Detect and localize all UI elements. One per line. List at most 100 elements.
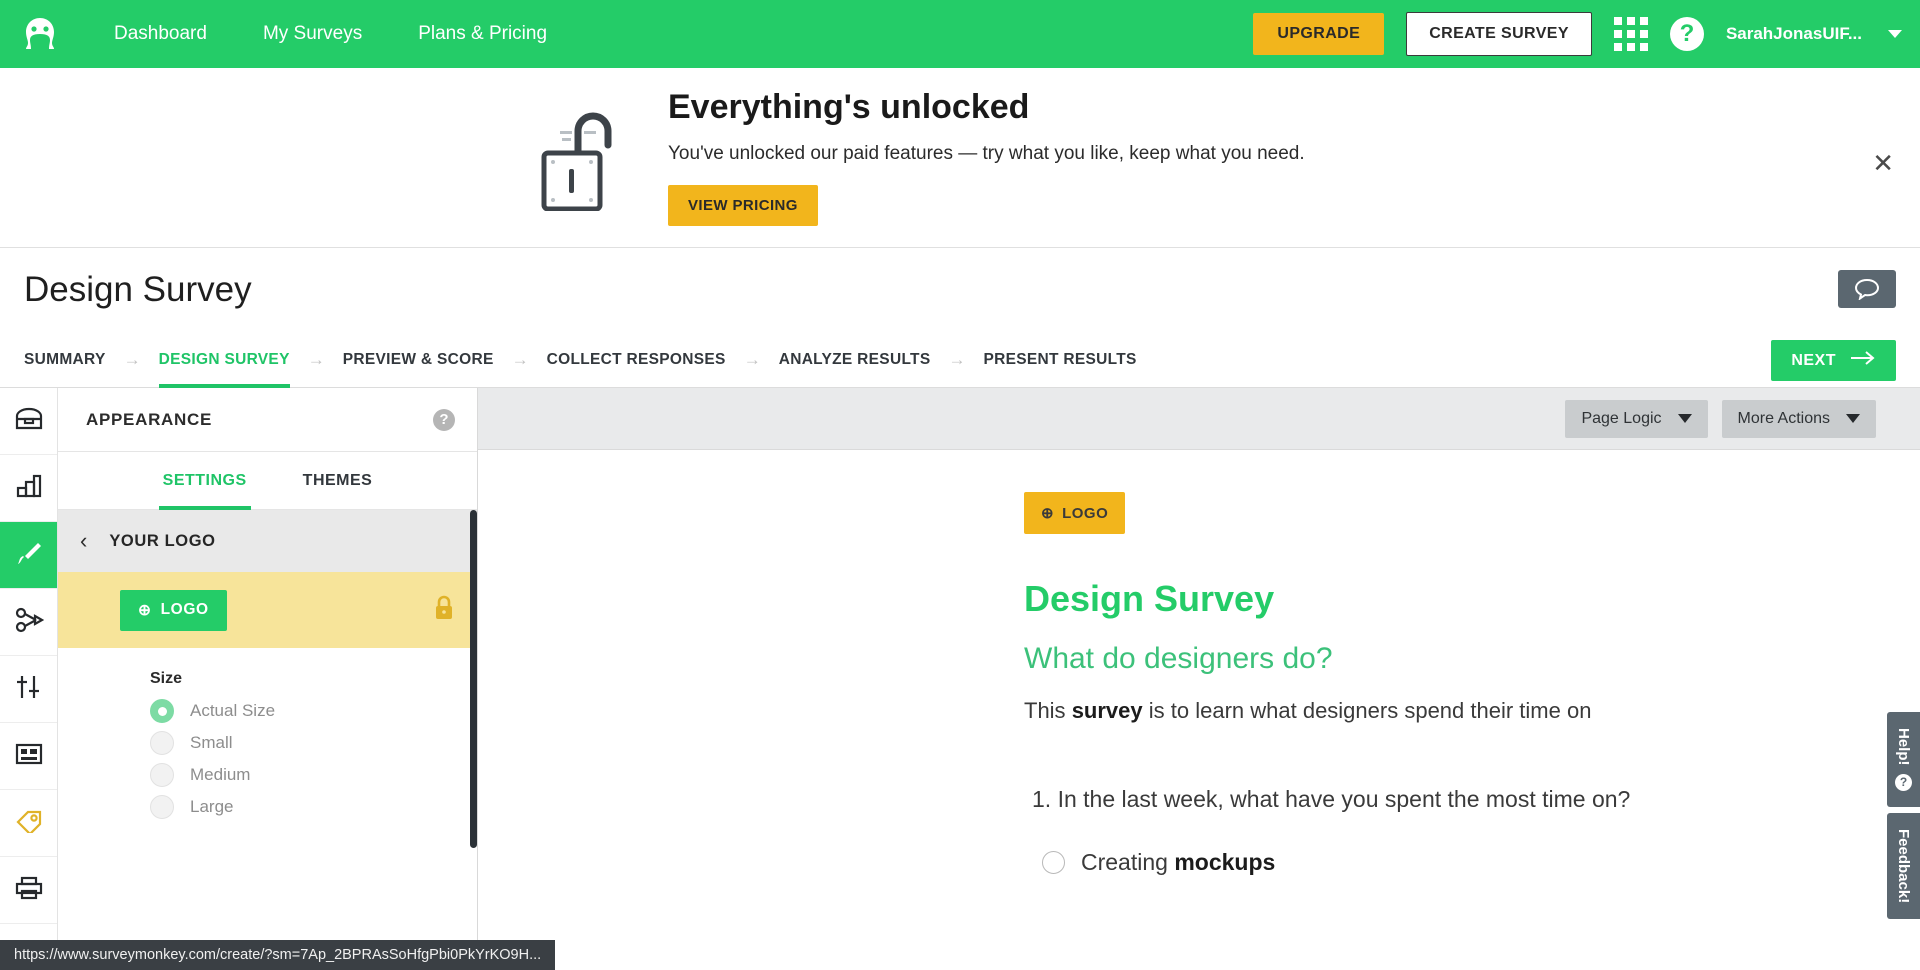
rail-item-building-blocks[interactable] bbox=[0, 455, 57, 522]
tab-themes[interactable]: THEMES bbox=[303, 452, 373, 510]
size-label: Size bbox=[150, 670, 183, 687]
question-mark-icon: ? bbox=[1895, 773, 1912, 791]
comment-bubble-icon[interactable] bbox=[1838, 270, 1896, 308]
size-option-medium[interactable]: Medium bbox=[150, 763, 477, 787]
step-collect-responses[interactable]: COLLECT RESPONSES bbox=[547, 332, 726, 388]
nav-link-dashboard[interactable]: Dashboard bbox=[114, 23, 207, 45]
size-option-label: Small bbox=[190, 733, 233, 752]
toolbox-icon bbox=[15, 407, 43, 436]
step-analyze-results[interactable]: ANALYZE RESULTS bbox=[779, 332, 931, 388]
upgrade-button[interactable]: UPGRADE bbox=[1253, 13, 1385, 55]
rail-item-layout[interactable] bbox=[0, 723, 57, 790]
survey-question-1[interactable]: 1. In the last week, what have you spent… bbox=[1024, 786, 1920, 813]
survey-workflow-steps: SUMMARY → DESIGN SURVEY → PREVIEW & SCOR… bbox=[0, 332, 1920, 388]
your-logo-title: YOUR LOGO bbox=[109, 531, 216, 550]
step-summary[interactable]: SUMMARY bbox=[24, 332, 106, 388]
more-actions-label: More Actions bbox=[1737, 409, 1830, 427]
nav-link-plans-pricing[interactable]: Plans & Pricing bbox=[418, 23, 547, 45]
tab-settings[interactable]: SETTINGS bbox=[158, 452, 251, 510]
your-logo-section-header[interactable]: ‹ YOUR LOGO bbox=[58, 510, 477, 572]
size-option-label: Large bbox=[190, 797, 234, 816]
sliders-icon bbox=[15, 674, 43, 705]
plus-circle-icon: ⊕ bbox=[1041, 505, 1055, 522]
tool-rail bbox=[0, 388, 58, 970]
feedback-tab-label: Feedback! bbox=[1895, 828, 1912, 903]
step-arrow-icon: → bbox=[948, 349, 966, 369]
rail-item-logic[interactable] bbox=[0, 589, 57, 656]
radio-large[interactable] bbox=[150, 795, 174, 819]
logo-upload-row: ⊕ LOGO bbox=[58, 572, 477, 648]
more-actions-button[interactable]: More Actions bbox=[1721, 399, 1876, 438]
chevron-down-icon bbox=[1677, 414, 1692, 423]
editor-body: APPEARANCE ? SETTINGS THEMES ‹ YOUR LOGO… bbox=[0, 388, 1920, 970]
size-option-large[interactable]: Large bbox=[150, 795, 477, 819]
step-arrow-icon: → bbox=[123, 349, 141, 369]
rail-item-appearance[interactable] bbox=[0, 522, 57, 589]
banner-subtitle: You've unlocked our paid features — try … bbox=[668, 142, 1305, 164]
survey-description-post: is to learn what designers spend their t… bbox=[1142, 698, 1592, 723]
account-username[interactable]: SarahJonasUIF... bbox=[1726, 24, 1862, 44]
size-option-small[interactable]: Small bbox=[150, 731, 477, 755]
page-title: Design Survey bbox=[24, 270, 252, 309]
view-pricing-button[interactable]: VIEW PRICING bbox=[668, 184, 818, 226]
survey-answer-option[interactable]: Creating mockups bbox=[1024, 849, 1920, 876]
panel-title: APPEARANCE bbox=[86, 409, 213, 429]
rail-item-toolbox[interactable] bbox=[0, 388, 57, 455]
survey-page-title[interactable]: What do designers do? bbox=[1024, 642, 1920, 676]
rail-item-tag[interactable] bbox=[0, 790, 57, 857]
survey-answer-text: Creating mockups bbox=[1081, 849, 1275, 876]
help-tab-label: Help! bbox=[1895, 728, 1912, 766]
step-preview-score[interactable]: PREVIEW & SCORE bbox=[343, 332, 494, 388]
close-icon[interactable]: ✕ bbox=[1872, 150, 1894, 176]
radio-medium[interactable] bbox=[150, 763, 174, 787]
step-present-results[interactable]: PRESENT RESULTS bbox=[983, 332, 1136, 388]
size-option-label: Actual Size bbox=[190, 701, 276, 720]
question-mark-icon[interactable]: ? bbox=[433, 408, 455, 431]
answer-pre: Creating bbox=[1081, 849, 1175, 875]
add-logo-button[interactable]: ⊕ LOGO bbox=[120, 589, 227, 631]
survey-preview-area: Page Logic More Actions ⊕ LOGO Design Su… bbox=[478, 388, 1920, 970]
arrow-right-icon bbox=[1850, 351, 1876, 370]
card-layout-icon bbox=[15, 743, 43, 770]
chevron-down-icon[interactable] bbox=[1888, 30, 1902, 38]
size-option-label: Medium bbox=[190, 765, 251, 784]
survey-description[interactable]: This survey is to learn what designers s… bbox=[1024, 698, 1920, 724]
add-logo-label: LOGO bbox=[160, 601, 209, 618]
lock-icon[interactable] bbox=[433, 595, 455, 626]
building-blocks-icon bbox=[15, 473, 43, 504]
paintbrush-icon bbox=[15, 539, 43, 572]
step-arrow-icon: → bbox=[511, 349, 529, 369]
radio-actual-size[interactable] bbox=[150, 699, 174, 723]
surveymonkey-logo-icon[interactable] bbox=[14, 8, 66, 60]
logo-size-settings: Size Actual Size Small Medium Large bbox=[58, 648, 477, 819]
survey-logo-placeholder-button[interactable]: ⊕ LOGO bbox=[1024, 492, 1126, 534]
open-padlock-icon bbox=[540, 101, 636, 216]
size-option-actual-size[interactable]: Actual Size bbox=[150, 699, 477, 723]
next-button-label: NEXT bbox=[1791, 351, 1836, 369]
nav-link-my-surveys[interactable]: My Surveys bbox=[263, 23, 362, 45]
feedback-side-tab[interactable]: Feedback! bbox=[1887, 812, 1920, 919]
appearance-panel: APPEARANCE ? SETTINGS THEMES ‹ YOUR LOGO… bbox=[58, 388, 478, 970]
app-grid-icon[interactable] bbox=[1613, 17, 1648, 51]
chevron-left-icon[interactable]: ‹ bbox=[80, 528, 87, 554]
question-mark-icon[interactable]: ? bbox=[1669, 17, 1704, 51]
rail-item-print[interactable] bbox=[0, 857, 57, 924]
help-side-tab[interactable]: Help! ? bbox=[1887, 712, 1920, 807]
rail-item-options[interactable] bbox=[0, 656, 57, 723]
survey-heading[interactable]: Design Survey bbox=[1024, 578, 1920, 620]
survey-description-pre: This bbox=[1024, 698, 1072, 723]
browser-status-bar-url: https://www.surveymonkey.com/create/?sm=… bbox=[0, 940, 556, 970]
banner-title: Everything's unlocked bbox=[668, 88, 1030, 127]
step-design-survey[interactable]: DESIGN SURVEY bbox=[158, 332, 290, 388]
radio-option-icon[interactable] bbox=[1042, 851, 1065, 874]
primary-nav-links: Dashboard My Surveys Plans & Pricing bbox=[114, 23, 547, 45]
promo-banner: Everything's unlocked You've unlocked ou… bbox=[0, 68, 1920, 248]
panel-scrollbar[interactable] bbox=[470, 510, 477, 848]
page-logic-label: Page Logic bbox=[1581, 409, 1662, 427]
step-arrow-icon: → bbox=[743, 349, 761, 369]
radio-small[interactable] bbox=[150, 731, 174, 755]
next-button[interactable]: NEXT bbox=[1771, 340, 1896, 381]
printer-icon bbox=[15, 876, 43, 905]
page-logic-button[interactable]: Page Logic bbox=[1565, 399, 1708, 438]
create-survey-button[interactable]: CREATE SURVEY bbox=[1406, 12, 1592, 56]
